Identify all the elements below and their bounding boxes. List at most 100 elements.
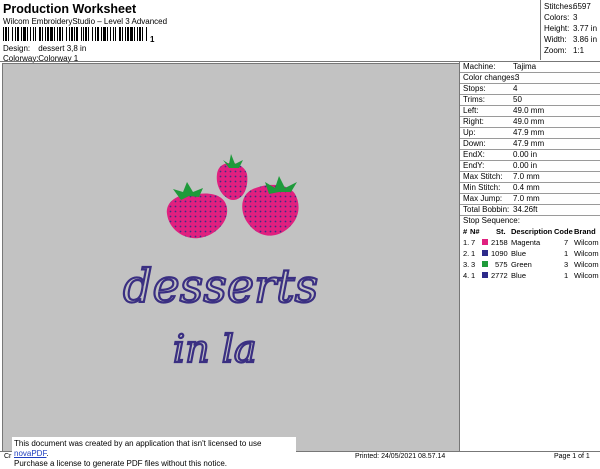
summary-label: Stitches: bbox=[544, 2, 575, 11]
machine-value: 0.00 in bbox=[513, 150, 538, 159]
row-description: Blue bbox=[511, 271, 527, 280]
row-code: 7 bbox=[564, 238, 569, 247]
machine-row: Left: 49.0 mm bbox=[463, 106, 544, 115]
embroidery-design: desserts in la bbox=[122, 154, 319, 372]
machine-value: 0.4 mm bbox=[513, 183, 540, 192]
machine-value: 47.9 mm bbox=[513, 128, 545, 137]
header-description: Description bbox=[511, 227, 553, 236]
row-brand: Wilcom bbox=[574, 260, 599, 269]
machine-value: Tajima bbox=[513, 62, 537, 71]
row-stitches: 2158 bbox=[491, 238, 508, 247]
summary-value: 3.77 in bbox=[573, 24, 598, 33]
row-num: 1. bbox=[463, 238, 470, 247]
design-text-line2: in la bbox=[173, 327, 257, 371]
machine-row: Max Jump: 7.0 mm bbox=[463, 194, 540, 203]
machine-row: EndX: 0.00 in bbox=[463, 150, 537, 159]
header-brand: Brand bbox=[574, 227, 596, 236]
machine-value: 49.0 mm bbox=[513, 117, 545, 126]
design-value: dessert 3,8 in bbox=[38, 44, 87, 53]
machine-value: 4 bbox=[513, 84, 518, 93]
machine-row: EndY: 0.00 in bbox=[463, 161, 537, 170]
machine-row: Stops: 4 bbox=[463, 84, 517, 93]
header-code: Code bbox=[554, 227, 573, 236]
summary-box: Stitches:6597 Colors: 3 Height: 3.77 in Wi… bbox=[540, 0, 600, 60]
machine-label: EndY: bbox=[463, 161, 485, 170]
machine-value: 49.0 mm bbox=[513, 106, 545, 115]
row-brand: Wilcom bbox=[574, 238, 599, 247]
row-brand: Wilcom bbox=[574, 249, 599, 258]
machine-row: Down: 47.9 mm bbox=[463, 139, 544, 148]
row-code: 1 bbox=[564, 249, 569, 258]
machine-value: 7.0 mm bbox=[513, 172, 540, 181]
machine-row: Right: 49.0 mm bbox=[463, 117, 544, 126]
row-needle: 1 bbox=[471, 271, 476, 280]
row-num: 4. bbox=[463, 271, 470, 280]
summary-row: Colors: 3 bbox=[544, 13, 577, 22]
page-number: Page 1 of 1 bbox=[554, 453, 590, 460]
barcode-number: 1 bbox=[150, 35, 155, 44]
machine-row: Max Stitch: 7.0 mm bbox=[463, 172, 540, 181]
machine-row: Trims: 50 bbox=[463, 95, 522, 104]
machine-label: Right: bbox=[463, 117, 484, 126]
summary-value: 3 bbox=[573, 13, 578, 22]
color-swatch bbox=[482, 261, 488, 267]
notice-punct: . bbox=[46, 449, 49, 458]
row-needle: 7 bbox=[471, 238, 476, 247]
summary-label: Width: bbox=[544, 35, 567, 44]
machine-value: 47.9 mm bbox=[513, 139, 545, 148]
software-subtitle: Wilcom EmbroideryStudio – Level 3 Advanc… bbox=[3, 17, 168, 26]
notice-text: This document was created by an applicat… bbox=[14, 439, 262, 448]
printed-timestamp: Printed: 24/05/2021 08.57.14 bbox=[355, 453, 446, 460]
machine-label: Down: bbox=[463, 139, 486, 148]
row-stitches: 2772 bbox=[491, 271, 508, 280]
machine-value: 7.0 mm bbox=[513, 194, 540, 203]
machine-label: Color changes: bbox=[463, 73, 517, 82]
page-title: Production Worksheet bbox=[3, 2, 137, 16]
strawberry-left-icon bbox=[166, 182, 228, 239]
summary-row: Zoom: 1:1 bbox=[544, 46, 584, 55]
summary-row: Height: 3.77 in bbox=[544, 24, 597, 33]
barcode-image bbox=[3, 27, 147, 41]
novapdf-link[interactable]: novaPDF bbox=[14, 449, 46, 458]
summary-row: Stitches:6597 bbox=[544, 2, 591, 11]
color-swatch bbox=[482, 272, 488, 278]
row-description: Magenta bbox=[511, 238, 541, 247]
machine-label: Trims: bbox=[463, 95, 485, 104]
summary-label: Colors: bbox=[544, 13, 570, 22]
machine-row: Min Stitch: 0.4 mm bbox=[463, 183, 540, 192]
header-needle: N# bbox=[470, 227, 480, 236]
color-swatch bbox=[482, 250, 488, 256]
machine-label: EndX: bbox=[463, 150, 485, 159]
summary-value: 6597 bbox=[573, 2, 591, 11]
summary-label: Zoom: bbox=[544, 46, 567, 55]
machine-label: Up: bbox=[463, 128, 476, 137]
summary-row: Width: 3.86 in bbox=[544, 35, 597, 44]
row-code: 3 bbox=[564, 260, 569, 269]
machine-row: Up: 47.9 mm bbox=[463, 128, 544, 137]
machine-label: Left: bbox=[463, 106, 479, 115]
row-description: Blue bbox=[511, 249, 527, 258]
row-description: Green bbox=[511, 260, 532, 269]
design-label: Design: bbox=[3, 44, 31, 53]
machine-row: Machine: Tajima bbox=[463, 62, 536, 71]
footer-left: Cr bbox=[4, 453, 12, 460]
design-field: Design: dessert 3,8 in bbox=[3, 44, 86, 53]
design-text-line1: desserts bbox=[123, 259, 318, 313]
machine-label: Total Bobbin: bbox=[463, 205, 510, 214]
machine-label: Max Stitch: bbox=[463, 172, 503, 181]
header-stitches: St. bbox=[496, 227, 506, 236]
summary-value: 3.86 in bbox=[573, 35, 598, 44]
row-code: 1 bbox=[564, 271, 569, 280]
summary-label: Height: bbox=[544, 24, 570, 33]
strawberry-right-icon bbox=[242, 176, 299, 236]
license-notice: This document was created by an applicat… bbox=[12, 437, 296, 468]
stop-sequence-title: Stop Sequence: bbox=[463, 216, 520, 225]
strawberry-middle-icon bbox=[216, 154, 248, 200]
header-num: # bbox=[463, 227, 468, 236]
machine-panel: Machine: Tajima Color changes:3 Stops: 4 T… bbox=[459, 62, 600, 452]
machine-row: Total Bobbin: 34.26ft bbox=[463, 205, 537, 214]
machine-label: Min Stitch: bbox=[463, 183, 501, 192]
machine-value: 34.26ft bbox=[513, 205, 538, 214]
row-num: 2. bbox=[463, 249, 470, 258]
machine-row: Color changes:3 bbox=[463, 73, 519, 82]
